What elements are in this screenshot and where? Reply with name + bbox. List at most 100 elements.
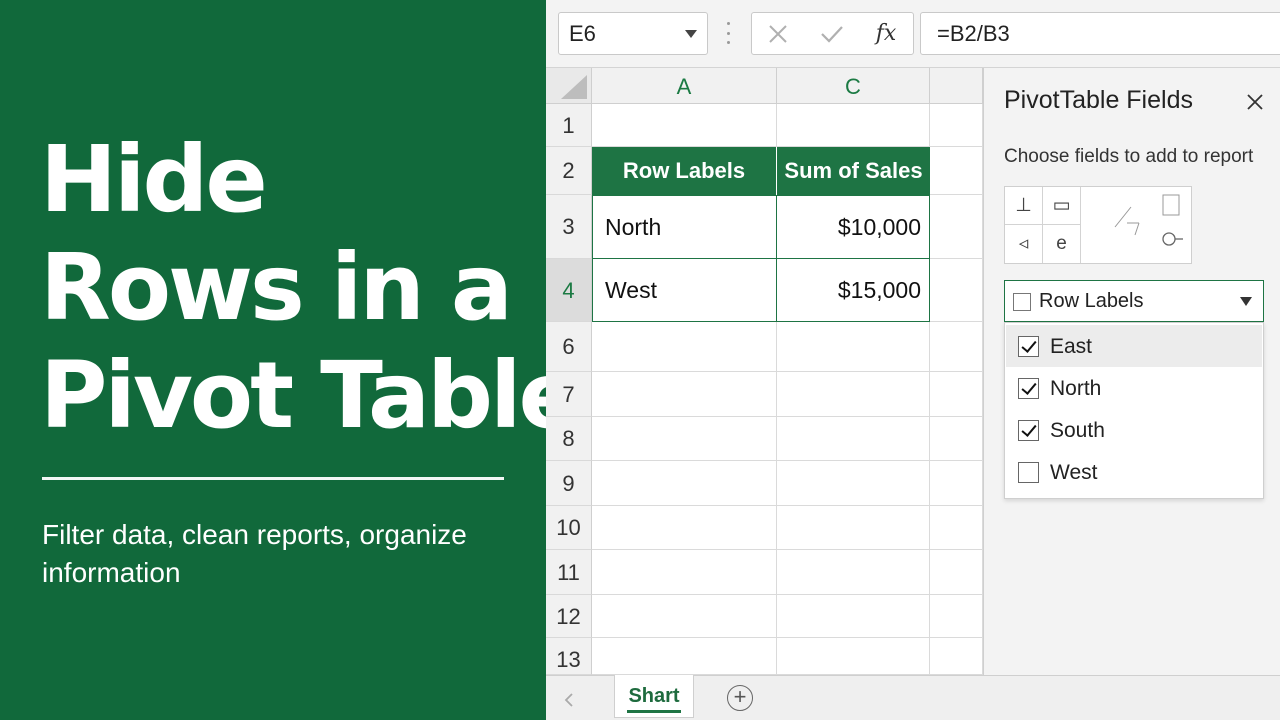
filter-item-label: East [1050,335,1093,358]
row-header-8[interactable]: 8 [546,417,592,461]
column-header-a[interactable]: A [592,68,777,104]
checkbox-north[interactable] [1018,378,1039,399]
formula-input[interactable]: =B2/B3 [920,12,1280,55]
chevron-down-icon[interactable] [1240,297,1252,306]
drag-handle-icon[interactable] [726,22,730,44]
close-icon[interactable] [1246,85,1264,118]
pivot-row-label-west[interactable]: West [592,258,778,322]
cell-a13[interactable] [592,638,777,675]
hero-subtitle: Filter data, clean reports, organize inf… [42,519,467,588]
cell-d1[interactable] [930,104,983,147]
hero-panel: Hide Rows in a Pivot Table Filter data, … [0,0,581,720]
cell-d8[interactable] [930,417,983,461]
formula-bar: E6 fx =B2/B3 [546,0,1280,68]
cell-d3[interactable] [930,195,983,259]
pivot-header-sum-of-sales[interactable]: Sum of Sales [777,147,930,195]
field-layout-options: ⊥ ▭ ◃ e [1004,186,1192,264]
cell-c9[interactable] [777,461,930,506]
row-header-7[interactable]: 7 [546,372,592,417]
row-labels-dropdown-label: Row Labels [1039,290,1144,312]
pivot-row-label-north[interactable]: North [592,195,778,260]
cell-c12[interactable] [777,595,930,638]
pivottable-fields-panel: PivotTable Fields Choose fields to add t… [983,68,1280,675]
plus-circle-icon[interactable]: + [727,685,753,711]
checkbox-east[interactable] [1018,336,1039,357]
row-header-11[interactable]: 11 [546,550,592,595]
hero-title-line-1: Hide [40,126,268,233]
cell-d13[interactable] [930,638,983,675]
name-box-value: E6 [569,21,596,46]
cell-d7[interactable] [930,372,983,417]
row-header-13[interactable]: 13 [546,638,592,675]
cell-a7[interactable] [592,372,777,417]
row-header-1[interactable]: 1 [546,104,592,147]
cell-c7[interactable] [777,372,930,417]
cell-c8[interactable] [777,417,930,461]
cell-a9[interactable] [592,461,777,506]
checkbox-west[interactable] [1018,462,1039,483]
sheet-tab-active[interactable]: Shart [614,675,694,718]
cell-c6[interactable] [777,322,930,372]
filter-item-west[interactable]: West [1006,451,1262,493]
column-header-blank[interactable] [930,68,983,104]
cell-a6[interactable] [592,322,777,372]
hero-title-line-3: Pivot Table [40,342,581,449]
row-header-6[interactable]: 6 [546,322,592,372]
filter-item-north[interactable]: North [1006,367,1262,409]
insert-function-icon[interactable]: fx [866,13,906,54]
cell-d6[interactable] [930,322,983,372]
cell-d4[interactable] [930,259,983,322]
pivot-row-value-north[interactable]: $10,000 [776,195,930,260]
hero-divider [42,477,504,480]
filter-item-east[interactable]: East [1006,325,1262,367]
cell-a11[interactable] [592,550,777,595]
row-header-3[interactable]: 3 [546,195,592,259]
row-labels-dropdown[interactable]: Row Labels [1004,280,1264,322]
cell-a12[interactable] [592,595,777,638]
chevron-down-icon[interactable] [685,30,697,38]
checkbox-south[interactable] [1018,420,1039,441]
row-header-9[interactable]: 9 [546,461,592,506]
cell-d9[interactable] [930,461,983,506]
cell-c10[interactable] [777,506,930,550]
formula-buttons: fx [751,12,914,55]
e-icon[interactable]: e [1043,225,1081,263]
cell-c1[interactable] [777,104,930,147]
hero-title: Hide Rows in a Pivot Table [40,126,581,450]
filter-item-label: North [1050,377,1102,400]
row-header-4[interactable]: 4 [546,259,592,322]
sheet-tab-bar: Shart + [546,675,1280,720]
row-labels-filter-list: East North South West [1004,322,1264,499]
filter-item-south[interactable]: South [1006,409,1262,451]
table-layout-icon[interactable]: ▭ [1043,187,1081,225]
pivot-row-value-west[interactable]: $15,000 [776,258,930,322]
row-header-10[interactable]: 10 [546,506,592,550]
panel-subtitle: Choose fields to add to report [1004,146,1254,167]
column-layout-icon[interactable]: ⊥ [1005,187,1043,225]
cell-c11[interactable] [777,550,930,595]
row-header-12[interactable]: 12 [546,595,592,638]
filter-item-label: West [1050,461,1098,484]
hero-title-line-2: Rows in a [40,234,513,341]
cell-d10[interactable] [930,506,983,550]
cell-d11[interactable] [930,550,983,595]
pivot-header-row-labels[interactable]: Row Labels [592,147,777,195]
chart-layout-icon[interactable] [1109,193,1189,259]
filter-item-label: South [1050,419,1105,442]
cell-a10[interactable] [592,506,777,550]
column-header-c[interactable]: C [777,68,930,104]
cell-c13[interactable] [777,638,930,675]
x-icon[interactable] [758,13,798,54]
cell-d12[interactable] [930,595,983,638]
spreadsheet-grid[interactable]: A C 1 2 3 4 6 7 8 9 10 11 12 13 Row Labe… [546,68,983,675]
select-all-corner[interactable] [546,68,592,104]
chevron-left-icon[interactable] [564,688,574,713]
cell-a8[interactable] [592,417,777,461]
row-labels-checkbox[interactable] [1013,293,1031,311]
check-icon[interactable] [812,13,852,54]
cell-d2[interactable] [930,147,983,195]
name-box[interactable]: E6 [558,12,708,55]
row-header-2[interactable]: 2 [546,147,592,195]
cell-a1[interactable] [592,104,777,147]
arrow-left-icon[interactable]: ◃ [1005,225,1043,263]
